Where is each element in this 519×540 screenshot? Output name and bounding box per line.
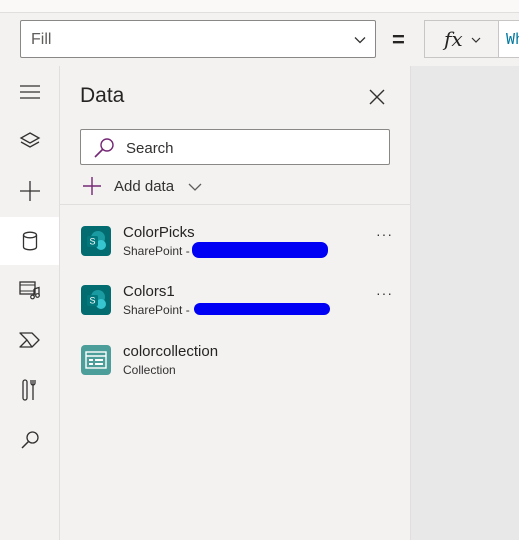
data-source-name: Colors1 <box>123 283 175 300</box>
property-dropdown[interactable]: Fill <box>20 20 376 58</box>
app-canvas[interactable] <box>411 66 519 540</box>
media-icon <box>18 281 40 300</box>
formula-input[interactable]: Wh <box>498 20 519 58</box>
tools-icon <box>21 379 36 401</box>
rail-item-menu[interactable] <box>0 68 59 116</box>
pane-title: Data <box>80 84 125 107</box>
rail-item-media[interactable] <box>0 266 59 314</box>
plus-icon <box>83 177 101 195</box>
svg-text:S: S <box>89 296 95 306</box>
close-icon <box>369 89 385 105</box>
sharepoint-icon: S <box>81 226 111 256</box>
search-icon <box>20 431 39 449</box>
formula-text: Wh <box>506 30 519 48</box>
data-source-name: ColorPicks <box>123 224 195 241</box>
rail-item-advanced-tools[interactable] <box>0 366 59 414</box>
rail-item-power-automate[interactable] <box>0 316 59 364</box>
rail-item-search[interactable] <box>0 416 59 464</box>
search-input[interactable]: Search <box>80 129 390 165</box>
chevron-down-icon <box>354 37 366 44</box>
layers-icon <box>19 132 40 148</box>
formula-bar: Fill = fx Wh <box>0 13 519 67</box>
data-source-item[interactable]: colorcollection Collection <box>60 337 410 393</box>
data-source-item[interactable]: S ColorPicks SharePoint - ··· <box>60 218 410 274</box>
rail-item-tree-view[interactable] <box>0 117 59 165</box>
data-source-item[interactable]: S Colors1 SharePoint - ··· <box>60 277 410 333</box>
plus-icon <box>19 181 40 201</box>
data-source-type: SharePoint - <box>123 244 190 258</box>
database-icon <box>22 231 37 251</box>
data-pane: Data Search Add data S ColorPicks ShareP… <box>60 66 411 540</box>
search-icon <box>94 138 114 158</box>
fx-button[interactable]: fx <box>424 20 498 58</box>
divider <box>60 204 410 205</box>
search-placeholder: Search <box>126 140 174 157</box>
power-automate-icon <box>18 332 40 348</box>
svg-text:S: S <box>89 237 95 247</box>
data-source-type: Collection <box>123 363 176 377</box>
more-options-button[interactable]: ··· <box>376 226 393 242</box>
hamburger-icon <box>19 85 40 99</box>
equals-sign: = <box>392 27 405 52</box>
top-strip <box>0 0 519 13</box>
data-source-type: SharePoint - <box>123 303 190 317</box>
chevron-down-icon <box>188 183 202 191</box>
sharepoint-icon: S <box>81 285 111 315</box>
left-rail <box>0 66 60 540</box>
add-data-label: Add data <box>114 178 175 195</box>
add-data-button[interactable]: Add data <box>82 174 212 200</box>
collection-icon <box>81 345 111 375</box>
redaction-mark <box>194 303 330 315</box>
rail-item-insert[interactable] <box>0 167 59 215</box>
redaction-mark <box>192 242 328 258</box>
chevron-down-icon <box>471 37 481 43</box>
rail-item-data[interactable] <box>0 217 59 265</box>
property-value: Fill <box>31 31 52 48</box>
close-pane-button[interactable] <box>365 85 389 109</box>
fx-icon: fx <box>444 27 463 51</box>
more-options-button[interactable]: ··· <box>376 285 393 301</box>
data-source-name: colorcollection <box>123 343 219 360</box>
